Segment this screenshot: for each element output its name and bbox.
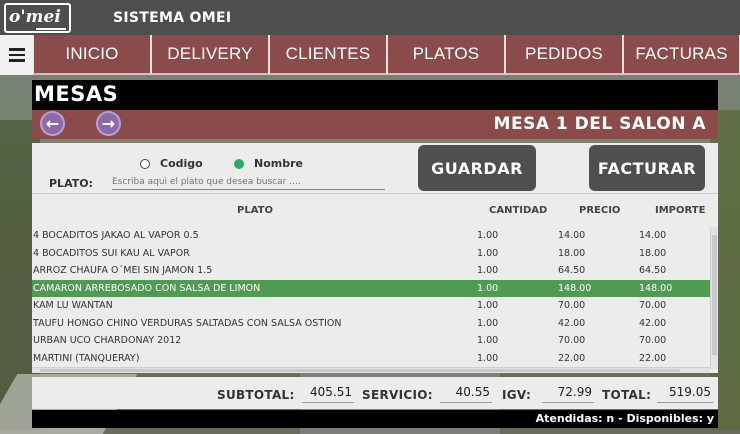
col-precio: PRECIO (579, 205, 621, 216)
mesas-header: MESAS (32, 80, 718, 110)
arrow-left-icon[interactable]: ← (40, 111, 65, 136)
col-importe: IMPORTE (655, 205, 706, 216)
total-value: 519.05 (657, 385, 713, 403)
logo-text: o'mei (9, 7, 61, 27)
plato-search-input[interactable] (112, 175, 385, 190)
table-row[interactable]: ARROZ CHAUFA O´MEI SIN JAMON 1.5 1.00 64… (32, 262, 710, 280)
plato-label: PLATO: (49, 177, 93, 190)
hamburger-menu-icon[interactable] (0, 35, 33, 75)
table-body: 4 BOCADITOS JAKAO AL VAPOR 0.5 1.00 14.0… (32, 227, 710, 369)
vertical-scroll-thumb[interactable] (712, 235, 717, 355)
servicio-value: 40.55 (440, 385, 492, 403)
radio-codigo[interactable]: Codigo (140, 157, 203, 170)
omei-logo: o'mei (4, 3, 71, 33)
subtotal-value: 405.51 (302, 385, 354, 403)
table-row[interactable]: MARTINI (TANQUERAY) 1.00 22.00 22.00 (32, 350, 710, 368)
table-row[interactable]: 4 BOCADITOS SUI KAU AL VAPOR 1.00 18.00 … (32, 245, 710, 263)
totals-bar: SUBTOTAL: 405.51 SERVICIO: 40.55 IGV: 72… (32, 377, 718, 409)
horizontal-scrollbar[interactable] (32, 367, 710, 373)
app-title: SISTEMA OMEI (113, 10, 232, 26)
tab-inicio[interactable]: INICIO (33, 35, 151, 75)
vertical-scrollbar[interactable] (710, 227, 718, 369)
servicio-label: SERVICIO: (362, 388, 433, 402)
search-panel: Codigo Nombre PLATO: GUARDAR FACTURAR (32, 143, 718, 193)
status-bar: Atendidas: n - Disponibles: y (32, 410, 718, 428)
logo-underline (36, 28, 66, 30)
col-plato: PLATO (237, 205, 273, 216)
igv-label: IGV: (502, 388, 532, 402)
tab-platos[interactable]: PLATOS (387, 35, 505, 75)
mesa-label: MESA 1 DEL SALON A (493, 114, 706, 134)
tab-pedidos[interactable]: PEDIDOS (505, 35, 623, 75)
page-title: MESAS (34, 82, 119, 106)
top-header: o'mei SISTEMA OMEI (0, 0, 740, 35)
tab-delivery[interactable]: DELIVERY (151, 35, 269, 75)
total-label: TOTAL: (602, 388, 652, 402)
horizontal-scroll-thumb[interactable] (40, 369, 680, 372)
subtotal-label: SUBTOTAL: (217, 388, 295, 402)
table-row[interactable]: TAUFU HONGO CHINO VERDURAS SALTADAS CON … (32, 315, 710, 333)
radio-codigo-dot[interactable] (140, 158, 150, 169)
order-table: PLATO CANTIDAD PRECIO IMPORTE 4 BOCADITO… (32, 193, 718, 373)
main-nav: INICIO DELIVERY CLIENTES PLATOS PEDIDOS … (0, 35, 740, 75)
radio-nombre[interactable]: Nombre (234, 157, 303, 170)
col-cantidad: CANTIDAD (489, 205, 548, 216)
tab-facturas[interactable]: FACTURAS (623, 35, 740, 75)
facturar-button[interactable]: FACTURAR (589, 145, 705, 191)
igv-value: 72.99 (542, 385, 594, 403)
radio-codigo-label: Codigo (160, 157, 203, 170)
arrow-right-icon[interactable]: → (96, 111, 121, 136)
table-header: PLATO CANTIDAD PRECIO IMPORTE (32, 194, 710, 227)
radio-nombre-dot[interactable] (234, 158, 244, 169)
radio-nombre-label: Nombre (254, 157, 303, 170)
tab-clientes[interactable]: CLIENTES (269, 35, 387, 75)
guardar-button[interactable]: GUARDAR (418, 145, 536, 191)
table-row[interactable]: KAM LU WANTAN 1.00 70.00 70.00 (32, 297, 710, 315)
mesa-navigator: ← → MESA 1 DEL SALON A (32, 110, 718, 139)
table-row[interactable]: URBAN UCO CHARDONAY 2012 1.00 70.00 70.0… (32, 332, 710, 350)
table-row[interactable]: 4 BOCADITOS JAKAO AL VAPOR 0.5 1.00 14.0… (32, 227, 710, 245)
table-row-selected[interactable]: CAMARON ARREBOSADO CON SALSA DE LIMON 1.… (32, 279, 710, 297)
